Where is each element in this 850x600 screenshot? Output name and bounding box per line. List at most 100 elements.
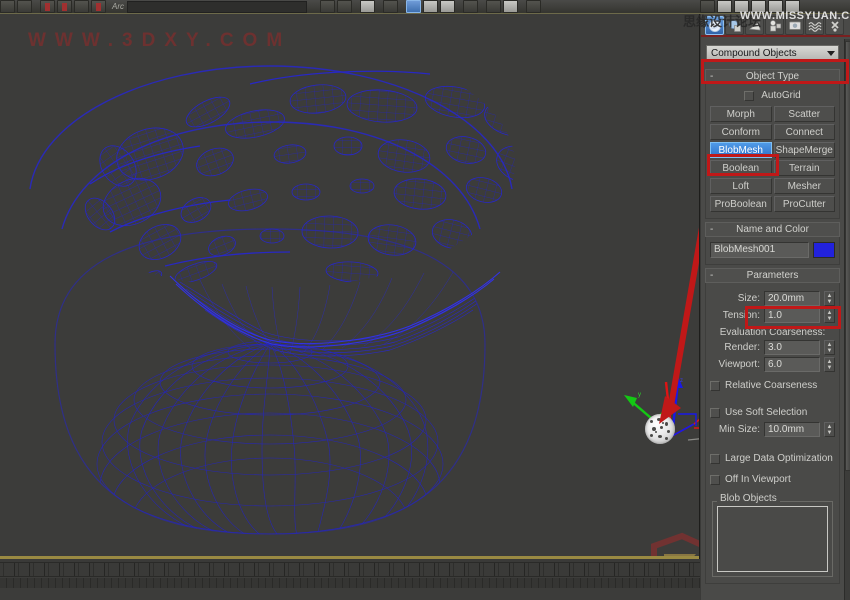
select-rotate-icon[interactable]	[383, 0, 398, 13]
collapse-icon[interactable]: -	[710, 73, 717, 81]
tension-input[interactable]: 1.0	[764, 308, 820, 323]
autogrid-checkbox[interactable]	[744, 91, 754, 101]
object-type-button[interactable]: Conform	[710, 124, 772, 140]
relative-coarseness-row[interactable]: Relative Coarseness	[710, 378, 835, 393]
large-data-optimization-row[interactable]: Large Data Optimization	[710, 451, 835, 466]
curve-editor-icon[interactable]	[734, 0, 749, 13]
align-icon[interactable]	[700, 0, 715, 13]
min-size-input[interactable]: 10.0mm	[764, 422, 820, 437]
object-type-button[interactable]: ProCutter	[774, 196, 836, 212]
redo-icon[interactable]	[17, 0, 32, 13]
main-toolbar[interactable]: Arc	[0, 0, 850, 14]
name-selection-field[interactable]	[127, 1, 307, 13]
create-tab[interactable]	[705, 16, 724, 35]
blob-objects-list[interactable]	[717, 506, 828, 572]
object-type-button-grid[interactable]: Morph Scatter Conform Connect BlobMesh S…	[710, 106, 835, 212]
layer-manager-icon[interactable]	[717, 0, 732, 13]
tension-spinner[interactable]: ▲▼	[824, 308, 835, 323]
percent-snap-icon[interactable]	[503, 0, 518, 13]
autogrid-label: AutoGrid	[761, 90, 800, 101]
unlink-icon[interactable]	[57, 0, 72, 13]
utilities-tab[interactable]	[805, 16, 824, 35]
bind-space-warp-icon[interactable]	[74, 0, 89, 13]
select-scale-icon[interactable]	[406, 0, 421, 13]
angle-snap-icon[interactable]	[486, 0, 501, 13]
blob-objects-group: Blob Objects	[712, 493, 833, 577]
select-object-icon[interactable]	[91, 0, 106, 13]
extras-tab[interactable]	[825, 16, 844, 35]
window-crossing-icon[interactable]	[337, 0, 352, 13]
relative-coarseness-checkbox[interactable]	[710, 381, 720, 391]
collapse-icon[interactable]: -	[710, 226, 717, 234]
name-and-color-rollout-header[interactable]: - Name and Color	[705, 222, 840, 237]
snap-toggle-icon[interactable]	[463, 0, 478, 13]
object-type-rollout-header[interactable]: - Object Type	[705, 69, 840, 84]
mirror-icon[interactable]	[526, 0, 541, 13]
parameters-rollout: - Parameters Size: 20.0mm ▲▼ Tension: 1.…	[705, 268, 840, 584]
large-data-optimization-checkbox[interactable]	[710, 454, 720, 464]
timeline-ruler[interactable]	[0, 563, 700, 577]
schematic-view-icon[interactable]	[751, 0, 766, 13]
object-category-dropdown[interactable]: Compound Objects	[706, 45, 839, 62]
object-name-input[interactable]: BlobMesh001	[710, 242, 809, 258]
command-panel-tabs[interactable]	[701, 14, 850, 37]
track-bar[interactable]	[0, 562, 700, 600]
object-type-button[interactable]: Mesher	[774, 178, 836, 194]
blobmesh-button[interactable]: BlobMesh	[710, 142, 772, 158]
size-row[interactable]: Size: 20.0mm ▲▼	[710, 291, 835, 306]
utilities-icon	[808, 19, 822, 33]
viewport-row[interactable]: Viewport: 6.0 ▲▼	[710, 357, 835, 372]
autogrid-row[interactable]: AutoGrid	[710, 88, 835, 103]
command-panel-scrollbar[interactable]	[844, 39, 850, 600]
object-type-button[interactable]: Morph	[710, 106, 772, 122]
render-setup-icon[interactable]	[785, 0, 800, 13]
large-data-optimization-label: Large Data Optimization	[725, 453, 833, 464]
hierarchy-tab[interactable]	[745, 16, 764, 35]
undo-icon[interactable]	[0, 0, 15, 13]
off-in-viewport-checkbox[interactable]	[710, 475, 720, 485]
viewport-coarseness-input[interactable]: 6.0	[764, 357, 820, 372]
size-input[interactable]: 20.0mm	[764, 291, 820, 306]
perspective-viewport[interactable]: z y x	[0, 14, 700, 559]
object-type-rollout: - Object Type AutoGrid Morph Scatter Con…	[705, 69, 840, 219]
use-soft-selection-row[interactable]: Use Soft Selection	[710, 405, 835, 420]
selection-filter-label: Arc	[112, 2, 124, 11]
motion-tab[interactable]	[765, 16, 784, 35]
display-tab[interactable]	[785, 16, 804, 35]
timeline-frames[interactable]	[0, 578, 700, 588]
object-type-button[interactable]: Boolean	[710, 160, 772, 176]
min-size-row[interactable]: Min Size: 10.0mm ▲▼	[710, 422, 835, 437]
min-size-spinner[interactable]: ▲▼	[824, 422, 835, 437]
motion-icon	[768, 19, 782, 33]
pivot-center-icon[interactable]	[440, 0, 455, 13]
off-in-viewport-row[interactable]: Off In Viewport	[710, 472, 835, 487]
render-input[interactable]: 3.0	[764, 340, 820, 355]
object-type-button[interactable]: Terrain	[774, 160, 836, 176]
modify-tab[interactable]	[725, 16, 744, 35]
material-editor-icon[interactable]	[768, 0, 783, 13]
collapse-icon[interactable]: -	[710, 272, 717, 280]
render-spinner[interactable]: ▲▼	[824, 340, 835, 355]
scrollbar-thumb[interactable]	[845, 41, 850, 471]
select-move-icon[interactable]	[360, 0, 375, 13]
object-type-button[interactable]: Connect	[774, 124, 836, 140]
object-type-button[interactable]: ShapeMerge	[774, 142, 836, 158]
select-region-icon[interactable]	[320, 0, 335, 13]
object-type-button[interactable]: Loft	[710, 178, 772, 194]
reference-coord-icon[interactable]	[423, 0, 438, 13]
extras-icon	[828, 19, 842, 33]
size-spinner[interactable]: ▲▼	[824, 291, 835, 306]
relative-coarseness-label: Relative Coarseness	[725, 380, 817, 391]
use-soft-selection-checkbox[interactable]	[710, 408, 720, 418]
viewport-coarseness-spinner[interactable]: ▲▼	[824, 357, 835, 372]
select-link-icon[interactable]	[40, 0, 55, 13]
parameters-rollout-header[interactable]: - Parameters	[705, 268, 840, 283]
render-row[interactable]: Render: 3.0 ▲▼	[710, 340, 835, 355]
object-type-button[interactable]: Scatter	[774, 106, 836, 122]
object-type-button[interactable]: ProBoolean	[710, 196, 772, 212]
chevron-down-icon	[827, 51, 835, 56]
tension-row[interactable]: Tension: 1.0 ▲▼	[710, 308, 835, 323]
gizmo-y-label: y	[638, 392, 641, 398]
object-color-swatch[interactable]	[813, 242, 835, 258]
3dsmax-window: Arc	[0, 0, 850, 600]
